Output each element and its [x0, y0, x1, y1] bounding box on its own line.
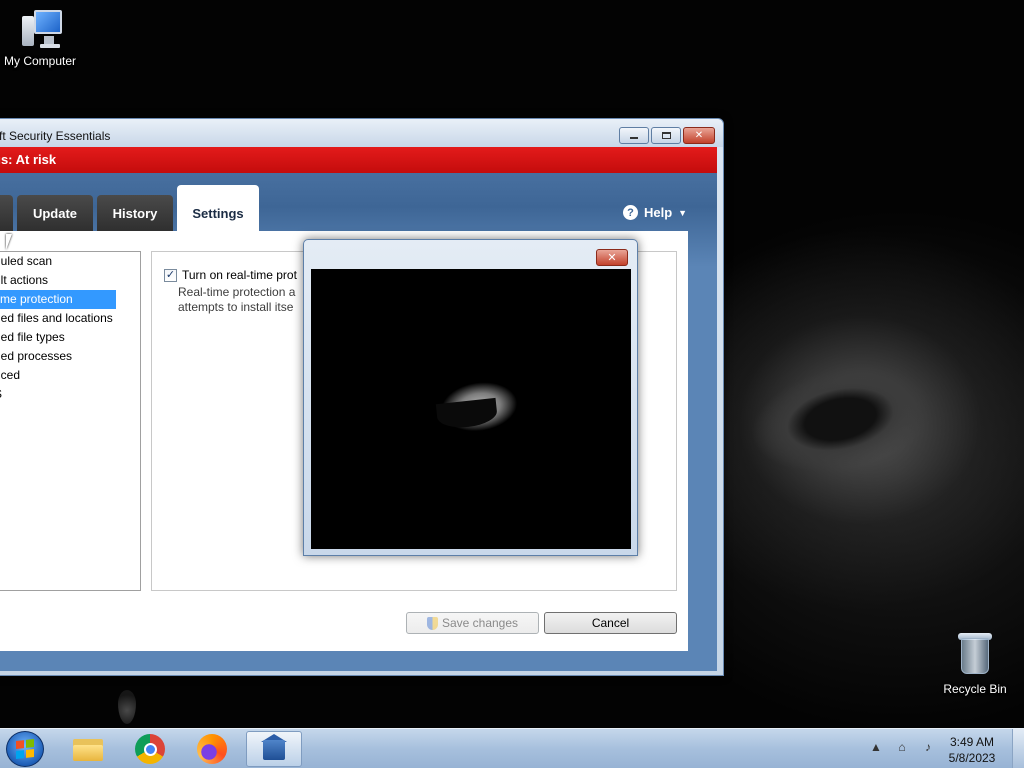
desktop-icon-recycle-bin[interactable]: Recycle Bin — [935, 630, 1015, 696]
tab-history[interactable]: History — [97, 195, 173, 231]
settings-category-list[interactable]: duled scan ult actions time protection d… — [0, 251, 141, 591]
window-titlebar[interactable]: ft Security Essentials ✕ — [0, 119, 723, 147]
clock-time: 3:49 AM — [949, 735, 995, 749]
chevron-down-icon: ▼ — [678, 207, 688, 218]
maximize-button[interactable] — [651, 127, 681, 144]
maximize-icon — [661, 132, 671, 139]
volume-icon[interactable]: ♪ — [920, 739, 936, 755]
settings-item-default-actions[interactable]: ult actions — [0, 271, 116, 290]
close-icon: ✕ — [694, 130, 704, 141]
desktop-icon-label: Recycle Bin — [943, 682, 1007, 696]
tab-update[interactable]: Update — [17, 195, 93, 231]
chrome-icon — [135, 734, 165, 764]
window-title: ft Security Essentials — [0, 129, 111, 143]
video-popup-window: ✕ — [303, 239, 638, 556]
uac-shield-icon — [426, 616, 438, 630]
status-text: us: At risk — [0, 152, 57, 167]
start-button[interactable] — [6, 731, 44, 767]
taskbar-chrome[interactable] — [122, 731, 178, 767]
tab-home[interactable]: e — [0, 195, 13, 231]
minimize-icon — [630, 137, 638, 139]
close-icon: ✕ — [607, 252, 617, 264]
help-button[interactable]: ? Help ▼ — [623, 205, 687, 220]
settings-item-real-time-protection[interactable]: time protection — [0, 290, 116, 309]
settings-item-excluded-file-types[interactable]: ded file types — [0, 328, 116, 347]
clock-date: 5/8/2023 — [948, 751, 996, 765]
taskbar-explorer[interactable] — [60, 731, 116, 767]
cancel-label: Cancel — [591, 616, 630, 630]
help-icon: ? — [623, 205, 638, 220]
wallpaper-drop-shape — [118, 690, 136, 724]
close-button[interactable]: ✕ — [683, 127, 715, 144]
tab-label: History — [112, 205, 158, 221]
tab-label: Update — [32, 205, 78, 221]
video-frame — [311, 269, 631, 549]
taskbar: ▲ ⌂ ♪ 3:49 AM 5/8/2023 — [0, 728, 1024, 768]
desktop-icon-my-computer[interactable]: My Computer — [0, 8, 80, 68]
tab-settings[interactable]: Settings — [177, 185, 259, 231]
help-label: Help — [644, 205, 673, 220]
taskbar-security-essentials[interactable] — [246, 731, 302, 767]
show-desktop-button[interactable] — [1012, 729, 1024, 768]
recycle-bin-icon — [957, 630, 993, 676]
settings-item-maps[interactable]: S — [0, 385, 116, 404]
tab-label: Settings — [192, 205, 244, 221]
windows-explorer-icon — [73, 737, 103, 761]
popup-close-button[interactable]: ✕ — [596, 249, 628, 266]
save-changes-button[interactable]: Save changes — [406, 612, 539, 634]
save-changes-label: Save changes — [441, 616, 519, 630]
wallpaper-eye-shape — [737, 323, 983, 507]
security-essentials-icon — [259, 734, 289, 764]
settings-item-excluded-processes[interactable]: ded processes — [0, 347, 116, 366]
settings-item-scheduled-scan[interactable]: duled scan — [0, 252, 116, 271]
taskbar-firefox[interactable] — [184, 731, 240, 767]
settings-item-advanced[interactable]: nced — [0, 366, 116, 385]
cancel-button[interactable]: Cancel — [544, 612, 677, 634]
realtime-protection-checkbox[interactable]: ✓ — [164, 269, 177, 282]
network-icon[interactable]: ⌂ — [894, 739, 910, 755]
status-banner: us: At risk — [0, 147, 717, 173]
minimize-button[interactable] — [619, 127, 649, 144]
mouse-cursor-icon — [6, 234, 18, 250]
chevron-up-icon[interactable]: ▲ — [868, 739, 884, 755]
desktop-icon-label: My Computer — [3, 54, 77, 68]
system-tray: ▲ ⌂ ♪ — [868, 739, 936, 755]
settings-item-excluded-files[interactable]: ded files and locations — [0, 309, 116, 328]
firefox-icon — [197, 734, 227, 764]
taskbar-clock[interactable]: 3:49 AM 5/8/2023 — [940, 734, 1004, 766]
realtime-protection-label: Turn on real-time prot — [182, 268, 297, 282]
computer-icon — [18, 8, 62, 48]
windows-logo-icon — [16, 739, 34, 759]
